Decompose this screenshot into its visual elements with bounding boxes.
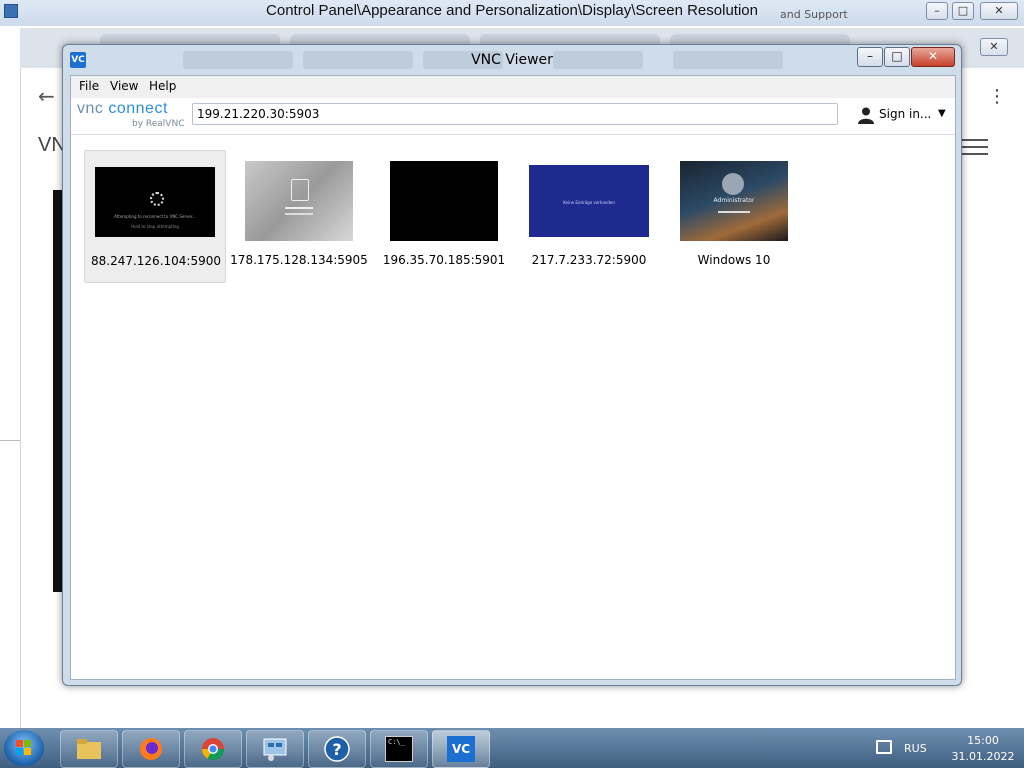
vnc-window-title: VNC Viewer [471,52,553,68]
close-button[interactable]: ✕ [980,2,1018,20]
vnc-viewer-window: VC VNC Viewer – □ ✕ File View Help vnc c… [62,44,962,686]
logo-subtitle: by RealVNC [132,119,185,129]
taskbar-vnc-viewer[interactable]: VC [432,730,490,768]
thumbnail-caption: Attempting to reconnect to VNC Server... [114,214,196,219]
cmd-icon: C:\_ [385,736,413,762]
help-glyph: ? [332,740,341,759]
thumbnail-caption: Keine Einträge vorhanden [563,200,615,205]
windows-logo-icon [16,740,31,755]
sign-in-label: Sign in... [879,107,932,121]
taskbar-control-panel[interactable] [246,730,304,768]
connection-thumbnail: Administrator [680,161,788,241]
control-panel-icon [263,738,287,761]
menu-view[interactable]: View [110,79,138,93]
connection-thumbnail [390,161,498,241]
maximize-button[interactable]: □ [952,2,974,20]
taskbar: ? C:\_ VC RUS 15:00 31.01.2022 [0,728,1024,768]
connection-label: Windows 10 [697,253,771,267]
connection-tile[interactable]: Keine Einträge vorhanden 217.7.233.72:59… [518,150,660,283]
connection-tile[interactable]: 196.35.70.185:5901 [373,150,515,283]
minimize-button[interactable]: – [926,2,948,20]
vnc-close-button[interactable]: ✕ [911,47,955,67]
vnc-viewer-icon: VC [447,736,475,762]
firefox-icon [140,738,162,760]
thumbnail-caption: Hold to stop attempting [131,224,179,229]
control-panel-title: Control Panel\Appearance and Personaliza… [266,2,758,19]
hamburger-menu-icon[interactable] [962,134,988,160]
connection-label: 196.35.70.185:5901 [382,253,506,267]
connection-tile[interactable]: Administrator Windows 10 [663,150,805,283]
chrome-icon [202,738,224,760]
menu-help[interactable]: Help [149,79,176,93]
taskbar-help[interactable]: ? [308,730,366,768]
start-button[interactable] [4,730,44,766]
user-tile-icon [291,179,309,201]
language-indicator[interactable]: RUS [904,742,927,755]
password-field [718,211,750,213]
support-link-fragment: and Support [780,8,848,21]
clock-time[interactable]: 15:00 [940,734,1024,747]
help-icon: ? [324,736,350,762]
connection-thumbnail: Keine Einträge vorhanden [529,165,649,237]
loading-spinner-icon [150,192,164,206]
vnc-titlebar[interactable]: VC VNC Viewer – □ ✕ [63,45,961,75]
logo-text-connect: connect [108,100,168,117]
back-arrow-icon[interactable]: ← [38,84,55,108]
vnc-connect-logo: vnc connect by RealVNC [77,100,189,132]
vnc-maximize-button[interactable]: □ [884,47,910,67]
dark-panel-edge [53,190,62,592]
user-icon [858,107,874,124]
password-field [285,213,313,215]
kebab-menu-icon[interactable]: ⋮ [988,86,1006,107]
browser-close-button[interactable]: ✕ [980,38,1008,56]
menu-file[interactable]: File [79,79,99,93]
network-icon[interactable] [876,740,892,754]
address-input[interactable]: 199.21.220.30:5903 [192,103,838,125]
taskbar-chrome[interactable] [184,730,242,768]
logo-text-vnc: vnc [77,100,109,117]
address-book-grid: Attempting to reconnect to VNC Server...… [71,136,955,679]
connection-label: 178.175.128.134:5905 [230,253,368,267]
toolbar: vnc connect by RealVNC 199.21.220.30:590… [71,98,955,135]
user-avatar-icon [722,173,744,195]
taskbar-explorer[interactable] [60,730,118,768]
taskbar-firefox[interactable] [122,730,180,768]
vnc-minimize-button[interactable]: – [857,47,883,67]
menu-bar: File View Help [71,76,955,98]
divider [0,440,20,441]
control-panel-titlebar: Control Panel\Appearance and Personaliza… [0,0,1024,26]
connection-label: 88.247.126.104:5900 [90,254,221,268]
connection-tile[interactable]: 178.175.128.134:5905 [228,150,370,283]
connection-thumbnail: Attempting to reconnect to VNC Server...… [95,167,215,237]
folder-icon [77,739,101,759]
vnc-client-area: File View Help vnc connect by RealVNC 19… [70,75,956,680]
chevron-down-icon[interactable]: ▼ [938,108,946,119]
clock-date[interactable]: 31.01.2022 [940,750,1024,763]
thumbnail-caption: Administrator [713,197,755,204]
connection-label: 217.7.233.72:5900 [531,253,647,267]
connection-tile[interactable]: Attempting to reconnect to VNC Server...… [84,150,226,283]
system-tray: RUS 15:00 31.01.2022 [870,730,1024,766]
password-field [285,207,313,209]
taskbar-cmd[interactable]: C:\_ [370,730,428,768]
sign-in-button[interactable]: Sign in... ▼ [855,106,951,126]
connection-thumbnail [245,161,353,241]
